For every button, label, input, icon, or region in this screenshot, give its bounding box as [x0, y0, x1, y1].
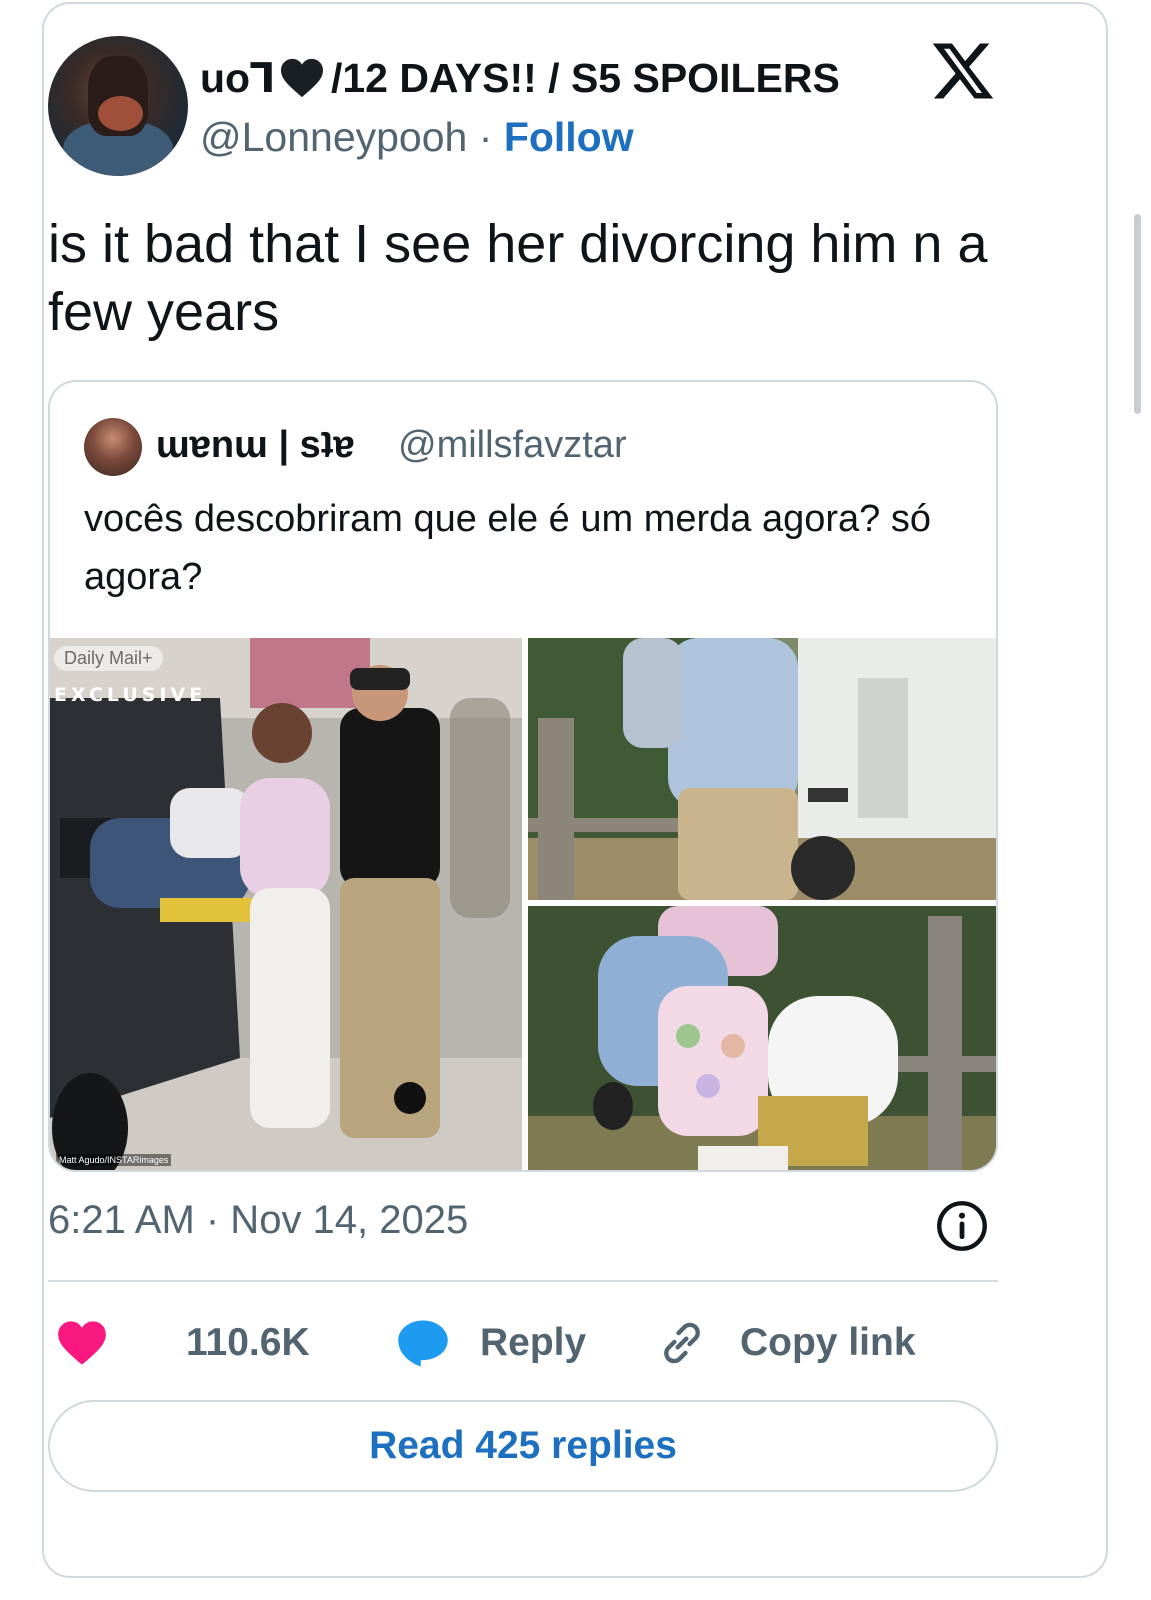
link-icon — [664, 1322, 700, 1364]
info-icon[interactable] — [936, 1200, 988, 1252]
x-logo-icon[interactable] — [930, 40, 996, 102]
heart-icon — [58, 1321, 106, 1365]
speech-bubble-icon — [398, 1320, 448, 1367]
quoted-tweet[interactable]: ɯɐnɯ | sʇɐ @millsfavztar vocês descobrir… — [48, 380, 998, 1172]
tweet-timestamp[interactable]: 6:21 AM · Nov 14, 2025 — [48, 1198, 468, 1243]
display-name-suffix: /12 DAYS!! / S5 SPOILERS — [330, 54, 840, 101]
copy-link-icon-wrap[interactable] — [656, 1308, 708, 1378]
copy-link-button[interactable]: Copy link — [740, 1308, 916, 1378]
tweet-text: is it bad that I see her divorcing him n… — [48, 214, 988, 342]
display-name-prefix: uoꓶ — [200, 55, 273, 101]
divider — [48, 1280, 998, 1282]
photo-bottom-right[interactable] — [528, 906, 996, 1170]
daily-mail-badge: Daily Mail+ — [54, 646, 163, 671]
quoted-author-avatar[interactable] — [84, 418, 142, 476]
read-replies-button[interactable]: Read 425 replies — [48, 1400, 998, 1492]
black-heart-icon — [280, 58, 323, 98]
like-button[interactable] — [56, 1308, 108, 1378]
reply-button-icon[interactable] — [396, 1308, 450, 1378]
photo-top-right[interactable] — [528, 638, 996, 900]
quoted-author-name[interactable]: ɯɐnɯ | sʇɐ — [156, 424, 355, 467]
photo-grid: Daily Mail+ EXCLUSIVE Matt Agudo/INSTARi… — [50, 638, 996, 1170]
action-bar: 110.6K Reply Copy link — [48, 1308, 1008, 1378]
reply-button[interactable]: Reply — [480, 1308, 586, 1378]
author-avatar[interactable] — [48, 36, 188, 176]
scrollbar[interactable] — [1134, 214, 1141, 414]
photo-main[interactable]: Daily Mail+ EXCLUSIVE Matt Agudo/INSTARi… — [50, 638, 522, 1170]
quoted-author-handle[interactable]: @millsfavztar — [398, 424, 627, 467]
exclusive-label: EXCLUSIVE — [54, 684, 207, 706]
author-handle-row: @Lonneypooh · Follow — [200, 114, 634, 161]
author-display-name[interactable]: uoꓶ /12 DAYS!! / S5 SPOILERS — [200, 54, 840, 102]
like-count[interactable]: 110.6K — [186, 1308, 310, 1378]
quoted-tweet-text: vocês descobriram que ele é um merda ago… — [84, 498, 932, 598]
author-handle[interactable]: @Lonneypooh — [200, 114, 467, 160]
photo-credit: Matt Agudo/INSTARimages — [56, 1154, 172, 1166]
separator: · — [478, 114, 493, 160]
follow-button[interactable]: Follow — [504, 114, 634, 160]
